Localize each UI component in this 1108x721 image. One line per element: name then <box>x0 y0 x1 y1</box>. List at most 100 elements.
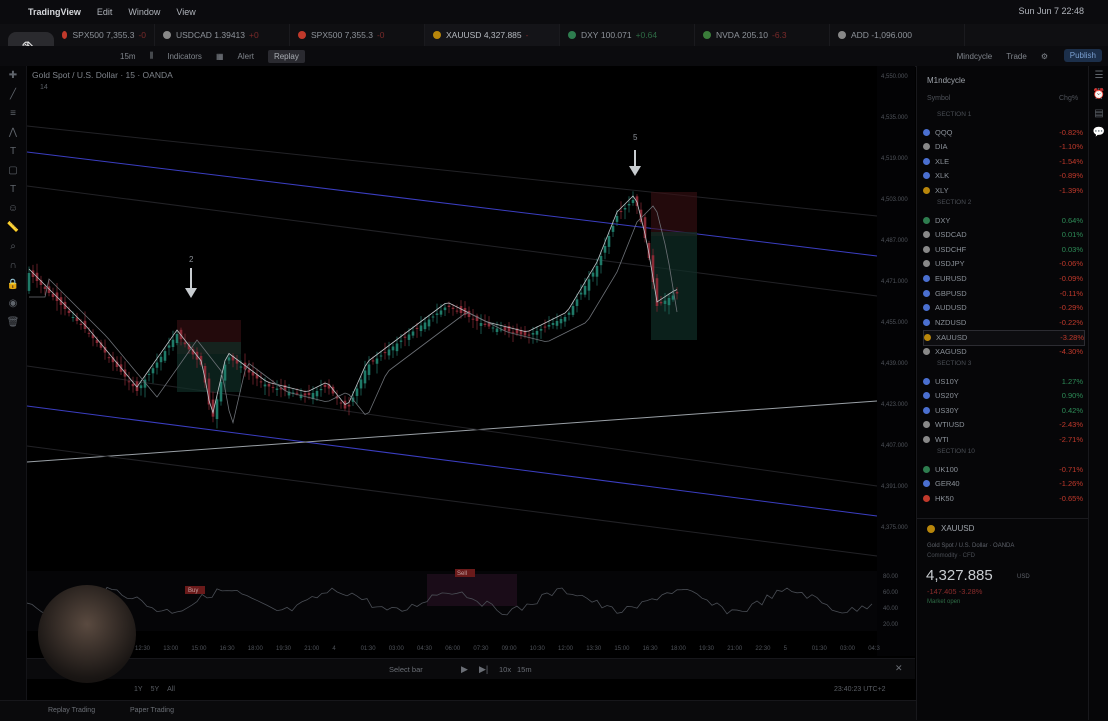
shape-icon[interactable]: ▢ <box>0 161 26 180</box>
col-chg[interactable]: Chg% <box>1059 95 1078 102</box>
watchlist-row[interactable]: WTI -2.71% <box>923 432 1083 446</box>
tab-1-symbol: USDCAD <box>176 30 212 40</box>
upper-channel-line[interactable] <box>27 151 878 257</box>
candle-body <box>383 352 387 354</box>
tab-1[interactable]: USDCAD 1.39413 +0 <box>155 24 290 46</box>
alert-button[interactable]: Alert <box>238 52 254 61</box>
watchlist-section[interactable]: SECTION 2 <box>937 199 971 206</box>
watchlist-row[interactable]: US30Y 0.42% <box>923 403 1083 417</box>
menu-view[interactable]: View <box>176 7 195 17</box>
tab-6[interactable]: ADD -1,096.000 <box>830 24 965 46</box>
candle-body <box>175 334 179 344</box>
annotation-icon[interactable]: T <box>0 180 26 199</box>
zoom-icon[interactable]: ⌕ <box>0 237 26 256</box>
details-symbol[interactable]: XAUUSD <box>941 524 974 533</box>
replay-speed[interactable]: 10x <box>499 665 511 674</box>
watchlist-row[interactable]: US20Y 0.90% <box>923 389 1083 403</box>
watchlist-row[interactable]: XLE -1.54% <box>923 154 1083 168</box>
close-replay-icon[interactable]: ✕ <box>895 663 903 674</box>
watchlist-row[interactable]: USDCHF 0.03% <box>923 242 1083 256</box>
crosshair-icon[interactable]: ✚ <box>0 66 26 85</box>
watchlist-row[interactable]: USDJPY -0.06% <box>923 257 1083 271</box>
arrow-5[interactable] <box>629 150 641 176</box>
eye-icon[interactable]: ◉ <box>0 294 26 313</box>
alerts-icon[interactable]: ⏰ <box>1089 85 1108 104</box>
tab-3-change: - <box>525 30 529 40</box>
col-symbol[interactable]: Symbol <box>927 95 950 102</box>
arrow-2[interactable] <box>185 268 197 298</box>
paper-trading-tab[interactable]: Paper Trading <box>130 707 174 714</box>
watchlist-section[interactable]: SECTION 10 <box>937 448 975 455</box>
range-all[interactable]: All <box>167 686 175 693</box>
watchlist-section[interactable]: SECTION 1 <box>937 111 971 118</box>
watchlist-row[interactable]: XLY -1.39% <box>923 183 1083 197</box>
watchlist-row[interactable]: XAUUSD -3.28% <box>923 329 1085 346</box>
settings-icon[interactable]: ⚙ <box>1041 52 1048 61</box>
text-icon[interactable]: T <box>0 142 26 161</box>
osc-sell-label: Sell <box>457 571 467 577</box>
interval-selector[interactable]: 15m <box>120 52 136 61</box>
pattern-icon[interactable]: ⋀ <box>0 123 26 142</box>
watchlist-row[interactable]: XAGUSD -4.30% <box>923 344 1083 358</box>
watchlist-title[interactable]: M1ndcycle <box>927 76 965 85</box>
layouts-icon[interactable]: ▦ <box>216 52 224 61</box>
publish-button[interactable]: Publish <box>1063 49 1102 62</box>
replay-trading-tab[interactable]: Replay Trading <box>48 707 95 714</box>
forward-icon[interactable]: ▶| <box>479 664 488 675</box>
candle-body <box>619 211 623 213</box>
price-tick: 4,439.000 <box>881 361 908 367</box>
fib-icon[interactable]: ≡ <box>0 104 26 123</box>
watchlist-row[interactable]: GBPUSD -0.11% <box>923 286 1083 300</box>
range-5y[interactable]: 5Y <box>151 686 160 693</box>
watchlist-row[interactable]: QQQ -0.82% <box>923 125 1083 139</box>
menu-edit[interactable]: Edit <box>97 7 113 17</box>
magnet-icon[interactable]: ∩ <box>0 256 26 275</box>
smile-icon[interactable]: ☺ <box>0 199 26 218</box>
select-bar-button[interactable]: Select bar <box>389 665 423 674</box>
watchlist-row[interactable]: UK100 -0.71% <box>923 462 1083 476</box>
trash-icon[interactable]: 🗑 <box>0 313 26 332</box>
price-chart[interactable]: 2 5 Buy Sell 4,550.000 4,535.000 4,519.000… <box>27 66 915 656</box>
watchlist-row[interactable]: USDCAD 0.01% <box>923 228 1083 242</box>
layout-name[interactable]: Mindcycle <box>957 52 993 61</box>
indicator-legend[interactable]: 14 <box>40 84 48 91</box>
symbol-title[interactable]: Gold Spot / U.S. Dollar · 15 · OANDA <box>32 70 173 80</box>
candle-type-icon[interactable]: ⫼ <box>150 51 154 61</box>
watchlist-change: -1.10% <box>1059 142 1083 152</box>
tab-4[interactable]: DXY 100.071 +0.64 <box>560 24 695 46</box>
watchlist-row[interactable]: AUDUSD -0.29% <box>923 301 1083 315</box>
watchlist-row[interactable]: WTIUSD -2.43% <box>923 418 1083 432</box>
replay-button[interactable]: Replay <box>267 49 305 63</box>
trade-button[interactable]: Trade <box>1006 52 1027 61</box>
watchlist-row[interactable]: GER40 -1.26% <box>923 477 1083 491</box>
watchlist-row[interactable]: DXY 0.64% <box>923 213 1083 227</box>
candle-body <box>399 340 403 342</box>
app-name[interactable]: TradingView <box>28 7 81 17</box>
menu-window[interactable]: Window <box>128 7 160 17</box>
tab-3[interactable]: XAUUSD 4,327.885 - <box>425 24 560 46</box>
watchlist-symbol: XLK <box>935 171 950 181</box>
watchlist-row[interactable]: EURUSD -0.09% <box>923 271 1083 285</box>
chat-icon[interactable]: 💬 <box>1089 123 1108 142</box>
tab-2[interactable]: SPX500 7,355.3 -0 <box>290 24 425 46</box>
range-1y[interactable]: 1Y <box>134 686 143 693</box>
data-window-icon[interactable]: ▤ <box>1089 104 1108 123</box>
support-trendline[interactable] <box>27 400 878 463</box>
lower-channel-line[interactable] <box>27 405 878 517</box>
trendline-icon[interactable]: ╱ <box>0 85 26 104</box>
clock[interactable]: 23:40:23 UTC+2 <box>834 686 886 693</box>
watchlist-section[interactable]: SECTION 3 <box>937 360 971 367</box>
watchlist-row[interactable]: NZDUSD -0.22% <box>923 315 1083 329</box>
play-icon[interactable]: ▶ <box>461 664 468 675</box>
ruler-icon[interactable]: 📏 <box>0 218 26 237</box>
watchlist-row[interactable]: US10Y 1.27% <box>923 374 1083 388</box>
indicators-button[interactable]: Indicators <box>167 52 202 61</box>
replay-interval[interactable]: 15m <box>517 665 532 674</box>
candle-body <box>87 332 91 334</box>
tab-5[interactable]: NVDA 205.10 -6.3 <box>695 24 830 46</box>
watchlist-icon[interactable]: ☰ <box>1089 66 1108 85</box>
lock-icon[interactable]: 🔒 <box>0 275 26 294</box>
watchlist-row[interactable]: DIA -1.10% <box>923 140 1083 154</box>
watchlist-row[interactable]: XLK -0.89% <box>923 169 1083 183</box>
watchlist-row[interactable]: HK50 -0.65% <box>923 491 1083 505</box>
